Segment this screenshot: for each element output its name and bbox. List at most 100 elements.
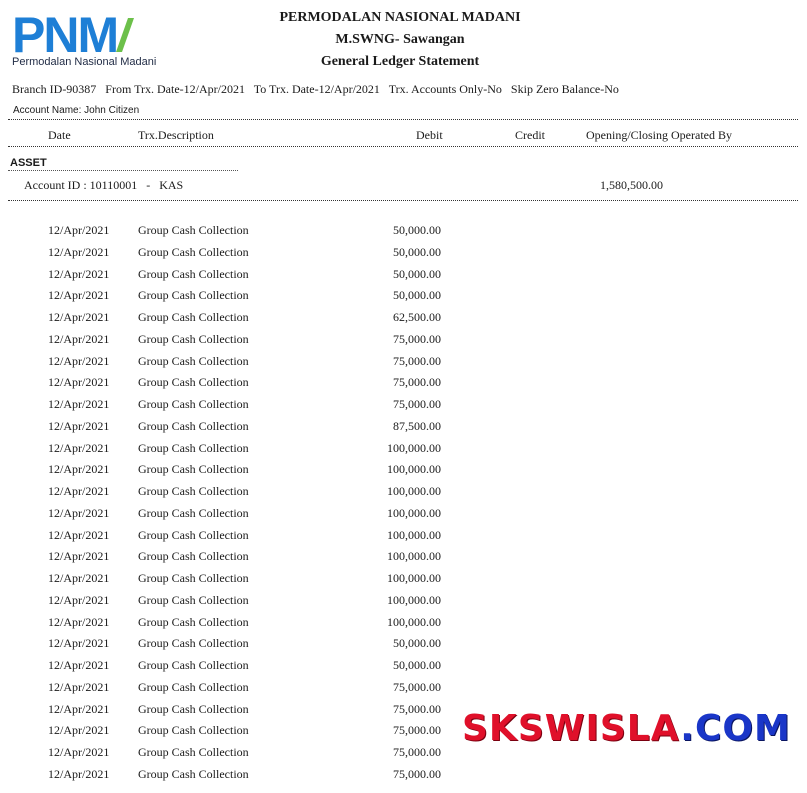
svg-text:PNM: PNM [12,8,117,63]
row-description: Group Cash Collection [138,440,249,455]
table-row: 12/Apr/2021 Group Cash Collection 75,000.0… [0,332,807,354]
table-row: 12/Apr/2021 Group Cash Collection 100,000.… [0,484,807,506]
row-description: Group Cash Collection [138,571,249,585]
table-row: 12/Apr/2021 Group Cash Collection 100,000.… [0,615,807,637]
table-row: 12/Apr/2021 Group Cash Collection 100,000.… [0,571,807,593]
row-date: 12/Apr/2021 [48,266,110,281]
row-debit: 100,000.00 [387,592,441,607]
row-description: Group Cash Collection [138,679,249,694]
row-debit: 100,000.00 [387,462,441,477]
row-description: Group Cash Collection [138,592,249,607]
row-date: 12/Apr/2021 [48,679,110,694]
table-row: 12/Apr/2021 Group Cash Collection 50,000.0… [0,288,807,310]
row-debit: 50,000.00 [393,636,441,651]
row-debit: 100,000.00 [387,614,441,629]
row-description: Group Cash Collection [138,723,249,738]
row-debit: 100,000.00 [387,484,441,498]
row-debit: 100,000.00 [387,549,441,564]
col-opening-closing: Opening/Closing Operated By [586,128,732,142]
row-debit: 50,000.00 [393,266,441,281]
row-debit: 100,000.00 [387,505,441,520]
row-debit: 75,000.00 [393,397,441,411]
row-date: 12/Apr/2021 [48,527,110,542]
row-debit: 50,000.00 [393,658,441,672]
row-date: 12/Apr/2021 [48,505,110,520]
table-row: 12/Apr/2021 Group Cash Collection 50,000.0… [0,223,807,245]
row-description: Group Cash Collection [138,658,249,672]
row-debit: 50,000.00 [393,223,441,237]
row-date: 12/Apr/2021 [48,549,110,564]
row-date: 12/Apr/2021 [48,440,110,455]
col-description: Trx.Description [138,128,214,142]
row-description: Group Cash Collection [138,310,249,324]
row-date: 12/Apr/2021 [48,418,110,433]
divider-top [8,119,798,120]
row-debit: 75,000.00 [393,723,441,738]
table-row: 12/Apr/2021 Group Cash Collection 75,000.0… [0,375,807,397]
opening-balance: 1,580,500.00 [600,178,663,192]
row-date: 12/Apr/2021 [48,571,110,585]
report-parameters: Branch ID-90387 From Trx. Date-12/Apr/20… [12,82,619,96]
row-date: 12/Apr/2021 [48,614,110,629]
row-date: 12/Apr/2021 [48,745,110,759]
table-row: 12/Apr/2021 Group Cash Collection 75,000.0… [0,680,807,702]
table-row: 12/Apr/2021 Group Cash Collection 50,000.0… [0,267,807,289]
row-date: 12/Apr/2021 [48,766,110,781]
row-description: Group Cash Collection [138,288,249,303]
row-debit: 100,000.00 [387,571,441,585]
row-debit: 100,000.00 [387,440,441,455]
row-description: Group Cash Collection [138,397,249,411]
row-debit: 75,000.00 [393,745,441,759]
row-description: Group Cash Collection [138,223,249,237]
row-description: Group Cash Collection [138,505,249,520]
row-date: 12/Apr/2021 [48,636,110,651]
table-row: 12/Apr/2021 Group Cash Collection 100,000.… [0,506,807,528]
row-description: Group Cash Collection [138,266,249,281]
table-row: 12/Apr/2021 Group Cash Collection 50,000.0… [0,245,807,267]
col-date: Date [48,128,71,142]
row-description: Group Cash Collection [138,527,249,542]
row-description: Group Cash Collection [138,745,249,759]
row-debit: 50,000.00 [393,244,441,259]
table-row: 12/Apr/2021 Group Cash Collection 75,000.0… [0,397,807,419]
row-date: 12/Apr/2021 [48,288,110,303]
row-debit: 75,000.00 [393,701,441,716]
transaction-list: 12/Apr/2021 Group Cash Collection 50,000.0… [0,223,807,789]
col-debit: Debit [416,128,443,142]
row-description: Group Cash Collection [138,462,249,477]
row-debit: 75,000.00 [393,353,441,368]
divider-account [8,200,798,201]
row-date: 12/Apr/2021 [48,658,110,672]
row-date: 12/Apr/2021 [48,723,110,738]
row-debit: 62,500.00 [393,310,441,324]
table-row: 12/Apr/2021 Group Cash Collection 62,500.0… [0,310,807,332]
row-description: Group Cash Collection [138,614,249,629]
logo-subtitle: Permodalan Nasional Madani [12,56,157,68]
row-date: 12/Apr/2021 [48,353,110,368]
watermark-part1: SKSWISLA [462,708,681,749]
row-description: Group Cash Collection [138,636,249,651]
branch-name: M.SWNG- Sawangan [335,32,465,47]
row-date: 12/Apr/2021 [48,397,110,411]
row-debit: 75,000.00 [393,375,441,390]
row-date: 12/Apr/2021 [48,484,110,498]
account-id: Account ID : 10110001 - KAS [24,178,184,192]
watermark-part2: .COM [680,708,791,749]
row-date: 12/Apr/2021 [48,310,110,324]
row-description: Group Cash Collection [138,484,249,498]
row-debit: 50,000.00 [393,288,441,303]
table-row: 12/Apr/2021 Group Cash Collection 50,000.0… [0,636,807,658]
row-date: 12/Apr/2021 [48,701,110,716]
row-date: 12/Apr/2021 [48,223,110,237]
report-title: General Ledger Statement [320,54,480,69]
row-date: 12/Apr/2021 [48,592,110,607]
table-row: 12/Apr/2021 Group Cash Collection 100,000.… [0,549,807,571]
row-debit: 75,000.00 [393,766,441,781]
row-description: Group Cash Collection [138,353,249,368]
table-row: 12/Apr/2021 Group Cash Collection 75,000.0… [0,767,807,789]
row-date: 12/Apr/2021 [48,462,110,477]
row-debit: 75,000.00 [393,679,441,694]
row-description: Group Cash Collection [138,375,249,390]
row-date: 12/Apr/2021 [48,244,110,259]
table-row: 12/Apr/2021 Group Cash Collection 100,000.… [0,441,807,463]
